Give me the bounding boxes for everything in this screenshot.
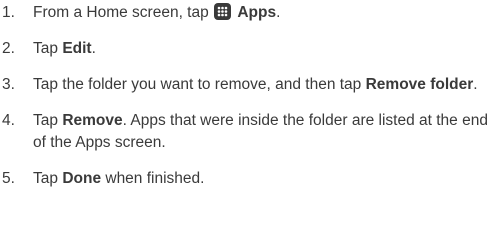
step-bold-label: Apps [237,4,277,21]
step-text-after: . [276,4,281,21]
step-bold-label: Remove [62,112,123,129]
step-text: Tap the folder you want to remove, and t… [33,76,366,93]
step-3: 3. Tap the folder you want to remove, an… [0,74,502,96]
step-number: 5. [2,170,15,187]
step-1: 1. From a Home screen, tap Apps. [0,2,502,24]
step-text-after: when finished. [101,170,205,187]
step-text-after: . [473,76,478,93]
step-4: 4. Tap Remove. Apps that were inside the… [0,110,502,154]
step-number: 2. [2,40,15,57]
step-text: From a Home screen, tap [33,4,214,21]
step-bold-label: Edit [62,40,92,57]
step-number: 4. [2,112,15,129]
step-number: 3. [2,76,15,93]
step-text: Tap [33,112,63,129]
apps-grid-icon [214,3,232,20]
step-2: 2. Tap Edit. [0,38,502,60]
step-5: 5. Tap Done when finished. [0,168,502,190]
step-bold-label: Done [62,170,102,187]
step-number: 1. [2,4,15,21]
step-text-after: . [91,40,96,57]
step-text: Tap [33,40,63,57]
step-text: Tap [33,170,63,187]
step-bold-label: Remove folder [365,76,474,93]
instruction-list: 1. From a Home screen, tap Apps. 2. Tap … [0,0,502,190]
